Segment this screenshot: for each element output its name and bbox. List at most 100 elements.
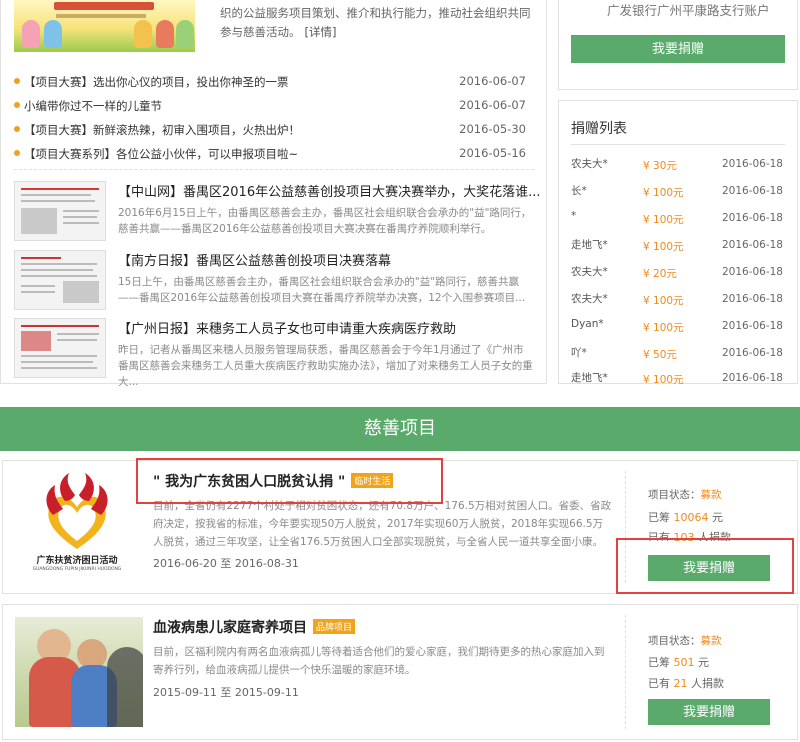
- donor-row: * ¥ 100元 2016-06-18: [571, 207, 783, 234]
- donor-name: 农夫大*: [571, 158, 608, 170]
- donor-row: 走地飞* ¥ 100元 2016-06-18: [571, 367, 783, 384]
- text-line: [63, 222, 99, 224]
- headline-line: [21, 188, 99, 190]
- project-stats: 项目状态：募款 已筹 501 元 已有 21 人捐款 我要捐赠: [625, 615, 797, 729]
- donor-row: 农夫大* ¥ 20元 2016-06-18: [571, 261, 783, 288]
- project-dates: 2015-09-11 至 2015-09-11: [153, 686, 299, 699]
- donor-amount: ¥ 100元: [643, 241, 684, 253]
- section-title-bar: 慈善项目: [0, 407, 800, 451]
- newspaper-thumbnail[interactable]: [14, 318, 106, 378]
- media-description: 昨日，记者从番禺区来穗人员服务管理局获悉，番禺区慈善会于今年1月通过了《广州市番…: [118, 344, 533, 388]
- donor-date: 2016-06-18: [721, 158, 783, 170]
- donor-amount: ¥ 100元: [643, 374, 684, 384]
- news-date: 2016-05-30: [459, 122, 526, 136]
- raised-unit: 元: [698, 656, 709, 669]
- banner-shape: [54, 2, 154, 10]
- project-card: 血液病患儿家庭寄养项目 品牌项目 目前，区福利院内有两名血液病孤儿等待着适合他们的…: [2, 604, 798, 740]
- donors-count: 21: [673, 677, 688, 690]
- donor-amount: ¥ 100元: [643, 214, 684, 226]
- raised-prefix: 已筹: [648, 511, 670, 524]
- donor-list-title: 捐赠列表: [571, 121, 627, 137]
- newspaper-thumbnail[interactable]: [14, 250, 106, 310]
- project-donate-button[interactable]: 我要捐赠: [648, 699, 770, 725]
- media-description: 2016年6月15日上午，由番禺区慈善会主办，番禺区社会组织联合会承办的"益"路…: [118, 207, 532, 235]
- news-date: 2016-05-16: [459, 146, 526, 160]
- donor-name: *: [571, 210, 577, 222]
- news-divider: [14, 169, 534, 170]
- donor-row: 吖* ¥ 50元 2016-06-18: [571, 342, 783, 369]
- media-title[interactable]: 【南方日报】番禺区公益慈善创投项目决赛落幕: [118, 250, 391, 269]
- donor-date: 2016-06-18: [721, 185, 783, 197]
- feature-description-text: 织的公益服务项目策划、推介和执行能力，推动社会组织共同参与慈善活动。: [220, 6, 531, 39]
- headline-line: [21, 325, 99, 327]
- donors-unit: 人捐款: [691, 677, 724, 690]
- feature-more-link[interactable]: [详情]: [305, 25, 337, 39]
- donor-name: Dyan*: [571, 318, 604, 330]
- media-item[interactable]: 【广州日报】来穗务工人员子女也可申请重大疾病医疗救助 昨日，记者从番禺区来穗人员…: [14, 318, 539, 388]
- media-title[interactable]: 【中山网】番禺区2016年公益慈善创投项目大赛决赛举办，大奖花落谁...: [118, 181, 540, 200]
- donor-row: 走地飞* ¥ 100元 2016-06-18: [571, 234, 783, 261]
- donate-button[interactable]: 我要捐赠: [571, 35, 785, 63]
- bullet-dot: [14, 78, 20, 84]
- donor-date: 2016-06-18: [721, 239, 783, 251]
- donor-name: 走地飞*: [571, 239, 608, 251]
- news-item[interactable]: 小编带你过不一样的儿童节 2016-06-07: [14, 94, 534, 118]
- logo-text: 广东扶贫济困日活动: [36, 556, 118, 566]
- kid-figure: [22, 20, 40, 48]
- project-title-text[interactable]: 血液病患儿家庭寄养项目: [153, 620, 307, 636]
- news-list: 【项目大赛】选出你心仪的项目，投出你神圣的一票 2016-06-07 小编带你过…: [14, 70, 534, 166]
- raised-amount: 501: [673, 656, 695, 669]
- donor-name: 农夫大*: [571, 266, 608, 278]
- text-line: [21, 269, 93, 271]
- status-value: 募款: [700, 489, 722, 501]
- donor-list-panel: 捐赠列表 农夫大* ¥ 30元 2016-06-18 长* ¥ 100元 2016-06…: [558, 100, 798, 384]
- project-status: 项目状态：募款: [648, 633, 722, 648]
- media-item[interactable]: 【中山网】番禺区2016年公益慈善创投项目大赛决赛举办，大奖花落谁... 201…: [14, 181, 540, 249]
- donor-row: 长* ¥ 100元 2016-06-18: [571, 180, 783, 207]
- kid-figure: [44, 20, 62, 48]
- text-line: [21, 291, 55, 293]
- status-label: 项目状态：: [648, 489, 701, 501]
- donor-amount: ¥ 100元: [643, 322, 684, 334]
- highlight-frame-donate: [616, 538, 794, 594]
- project-dates: 2016-06-20 至 2016-08-31: [153, 557, 299, 570]
- feature-image[interactable]: [14, 0, 195, 52]
- project-photo[interactable]: [15, 617, 143, 727]
- project-description: 目前，区福利院内有两名血液病孤儿等待着适合他们的爱心家庭，我们期待更多的热心家庭…: [153, 646, 605, 676]
- news-item[interactable]: 【项目大赛】选出你心仪的项目，投出你神圣的一票 2016-06-07: [14, 70, 534, 94]
- media-description: 15日上午，由番禺区慈善会主办，番禺区社会组织联合会承办的"益"路同行，慈善共赢…: [118, 276, 526, 304]
- donor-date: 2016-06-18: [721, 212, 783, 224]
- newspaper-thumbnail[interactable]: [14, 181, 106, 241]
- text-line: [21, 263, 97, 265]
- status-value: 募款: [700, 635, 722, 647]
- text-line: [21, 285, 55, 287]
- bank-account-text: 广发银行广州平康路支行账户: [607, 3, 770, 18]
- donor-name: 农夫大*: [571, 293, 608, 305]
- kid-figure: [176, 20, 194, 48]
- donor-name: 长*: [571, 185, 587, 197]
- photo-block: [63, 281, 99, 303]
- media-title[interactable]: 【广州日报】来穗务工人员子女也可申请重大疾病医疗救助: [118, 318, 456, 337]
- raised-unit: 元: [712, 511, 723, 524]
- donor-row: 农夫大* ¥ 30元 2016-06-18: [571, 153, 783, 180]
- news-title[interactable]: 【项目大赛】新鲜滚热辣，初审入围项目，火热出炉！: [24, 122, 300, 138]
- logo-subtext: GUANGDONG FUPIN JIKUNRI HUODONG: [32, 567, 122, 572]
- news-title[interactable]: 【项目大赛系列】各位公益小伙伴，可以申报项目啦~: [24, 146, 298, 162]
- donor-row: 农夫大* ¥ 100元 2016-06-18: [571, 288, 783, 315]
- news-title[interactable]: 【项目大赛】选出你心仪的项目，投出你神圣的一票: [24, 74, 289, 90]
- banner-text-shape: [56, 14, 146, 18]
- text-line: [63, 210, 99, 212]
- raised-prefix: 已筹: [648, 656, 670, 669]
- donor-date: 2016-06-18: [721, 293, 783, 305]
- bullet-dot: [14, 102, 20, 108]
- media-item[interactable]: 【南方日报】番禺区公益慈善创投项目决赛落幕 15日上午，由番禺区慈善会主办，番禺…: [14, 250, 539, 318]
- project-title[interactable]: 血液病患儿家庭寄养项目 品牌项目: [153, 617, 356, 637]
- photo-block: [21, 331, 51, 351]
- text-line: [63, 216, 97, 218]
- news-date: 2016-06-07: [459, 98, 526, 112]
- news-item[interactable]: 【项目大赛系列】各位公益小伙伴，可以申报项目啦~ 2016-05-16: [14, 142, 534, 166]
- donor-amount: ¥ 100元: [643, 187, 684, 199]
- project-logo[interactable]: 广东扶贫济困日活动 GUANGDONG FUPIN JIKUNRI HUODON…: [13, 471, 141, 581]
- news-title[interactable]: 小编带你过不一样的儿童节: [24, 98, 162, 114]
- news-item[interactable]: 【项目大赛】新鲜滚热辣，初审入围项目，火热出炉！ 2016-05-30: [14, 118, 534, 142]
